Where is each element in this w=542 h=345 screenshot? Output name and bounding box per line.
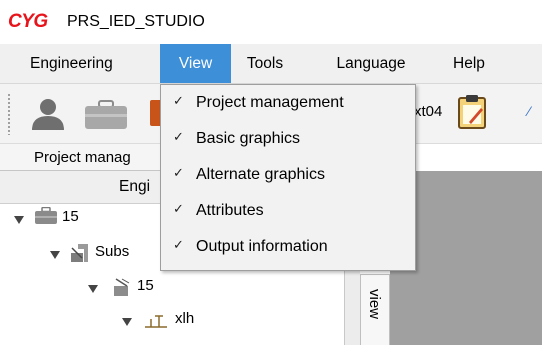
menu-item-label: Attributes [196, 202, 264, 219]
view-menu-dropdown: ✓ Project management ✓ Basic graphics ✓ … [160, 84, 416, 271]
tab-project-management-label: Project manag [34, 149, 131, 166]
tab-view-label: view [366, 289, 383, 320]
menu-help[interactable]: Help [442, 44, 496, 83]
check-icon: ✓ [173, 129, 184, 144]
app-title: PRS_IED_STUDIO [67, 13, 205, 30]
expand-arrow-icon[interactable] [50, 251, 60, 259]
menu-item-basic-graphics[interactable]: ✓ Basic graphics [161, 123, 415, 156]
menu-item-label: Alternate graphics [196, 166, 325, 183]
tree-item-label[interactable]: Subs [95, 243, 129, 260]
tab-view[interactable]: view [360, 274, 390, 345]
menu-item-project-management[interactable]: ✓ Project management [161, 87, 415, 120]
check-icon: ✓ [173, 93, 184, 108]
menu-item-output-information[interactable]: ✓ Output information [161, 231, 415, 264]
menu-tools[interactable]: Tools [235, 44, 295, 83]
voltage-level-icon [113, 277, 131, 301]
expand-arrow-icon[interactable] [122, 318, 132, 326]
substation-icon [70, 243, 90, 267]
panel-header-label: Engi [119, 178, 151, 195]
menu-item-label: Output information [196, 238, 328, 255]
check-icon: ✓ [173, 165, 184, 180]
user-icon[interactable] [28, 97, 68, 135]
menu-view[interactable]: View [160, 44, 231, 83]
tree-item-label[interactable]: 15 [137, 277, 154, 294]
bay-icon [144, 310, 168, 334]
check-icon: ✓ [173, 201, 184, 216]
menu-item-attributes[interactable]: ✓ Attributes [161, 195, 415, 228]
toolbar-grip[interactable] [7, 93, 11, 135]
menu-engineering[interactable]: Engineering [14, 44, 152, 83]
briefcase-icon[interactable] [84, 100, 128, 134]
briefcase-icon [35, 206, 57, 229]
clipboard-icon[interactable] [457, 94, 487, 134]
menu-item-alternate-graphics[interactable]: ✓ Alternate graphics [161, 159, 415, 192]
expand-arrow-icon[interactable] [14, 216, 24, 224]
tree-item-label[interactable]: 15 [62, 208, 79, 225]
tree-item-label[interactable]: xlh [175, 310, 194, 327]
extra-tool-icon[interactable]: ⁄ [528, 103, 530, 119]
check-icon: ✓ [173, 237, 184, 252]
app-logo: CYG [8, 11, 48, 32]
menu-item-label: Project management [196, 94, 344, 111]
menu-item-label: Basic graphics [196, 130, 301, 147]
menu-bar: Engineering View Tools Language Help [0, 44, 542, 84]
tab-project-management[interactable]: Project manag [0, 144, 160, 171]
toolbar-text-fragment[interactable]: xt04 [414, 103, 442, 120]
menu-language[interactable]: Language [316, 44, 426, 83]
expand-arrow-icon[interactable] [88, 285, 98, 293]
